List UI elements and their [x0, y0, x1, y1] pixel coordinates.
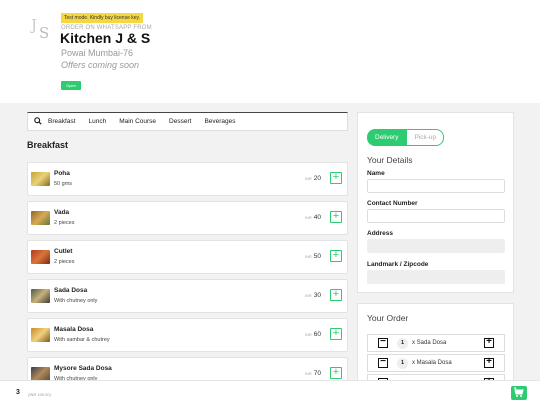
cart-item-count: 3: [16, 389, 20, 396]
menu-item: Vada 2 pieces INR 40 +: [27, 201, 348, 235]
item-name: Masala Dosa: [54, 326, 94, 333]
store-locality: Powai Mumbai-76: [61, 48, 134, 58]
search-icon[interactable]: [28, 116, 48, 127]
contact-number-field[interactable]: [367, 209, 505, 223]
cart-footer: 3 (INR 190.00): [0, 380, 540, 405]
food-image: [31, 250, 50, 264]
category-tab-breakfast[interactable]: Breakfast: [48, 118, 75, 125]
currency-label: INR: [304, 176, 312, 181]
svg-text:S: S: [39, 24, 49, 42]
currency-label: INR: [304, 371, 312, 376]
food-image: [31, 211, 50, 225]
increase-quantity-button[interactable]: +: [484, 357, 494, 368]
item-price: INR 60: [305, 331, 321, 338]
decrease-quantity-button[interactable]: −: [378, 357, 388, 368]
currency-label: INR: [304, 215, 312, 220]
quantity-value: 1: [397, 338, 408, 349]
menu-item: Sada Dosa With chutney only INR 30 +: [27, 279, 348, 313]
item-description: With chutney only: [54, 298, 98, 304]
test-mode-badge: Test mode. Kindly buy license key.: [61, 13, 144, 23]
offers-text: Offers coming soon: [61, 60, 140, 70]
landmark-zipcode-label: Landmark / Zipcode: [367, 261, 429, 268]
item-price: INR 20: [305, 175, 321, 182]
increase-quantity-button[interactable]: +: [484, 337, 494, 348]
price-value: 30: [313, 292, 321, 299]
food-image: [31, 328, 50, 342]
food-image: [31, 172, 50, 186]
item-description: 2 pieces: [54, 220, 75, 226]
item-price: INR 50: [305, 253, 321, 260]
add-item-button[interactable]: +: [330, 172, 342, 184]
price-value: 60: [313, 331, 321, 338]
item-description: 50 gms: [54, 181, 73, 187]
item-name: Vada: [54, 209, 70, 216]
add-item-button[interactable]: +: [330, 367, 342, 379]
pickup-toggle[interactable]: Pick-up: [406, 129, 445, 146]
delivery-toggle[interactable]: Delivery: [367, 129, 407, 146]
name-field[interactable]: [367, 179, 505, 193]
store-title: Kitchen J & S: [60, 30, 151, 46]
menu-item: Cutlet 2 pieces INR 50 +: [27, 240, 348, 274]
decrease-quantity-button[interactable]: −: [378, 337, 388, 348]
category-tab-lunch[interactable]: Lunch: [88, 118, 106, 125]
add-item-button[interactable]: +: [330, 289, 342, 301]
item-name: Mysore Sada Dosa: [54, 365, 112, 372]
status-badge: Open: [61, 81, 81, 90]
address-label: Address: [367, 230, 394, 237]
item-name: Cutlet: [54, 248, 73, 255]
food-image: [31, 289, 50, 303]
quantity-value: 1: [397, 358, 408, 369]
price-value: 50: [313, 253, 321, 260]
store-logo: J S: [30, 16, 49, 42]
your-details-panel: Delivery Pick-up Your Details Name Conta…: [357, 112, 514, 293]
add-item-button[interactable]: +: [330, 250, 342, 262]
add-item-button[interactable]: +: [330, 211, 342, 223]
category-nav: Breakfast Lunch Main Course Dessert Beve…: [27, 112, 348, 131]
category-tab-beverages[interactable]: Beverages: [204, 118, 235, 125]
landmark-zipcode-field[interactable]: [367, 270, 505, 284]
section-title: Breakfast: [27, 140, 69, 150]
your-order-title: Your Order: [367, 313, 409, 323]
currency-label: INR: [304, 332, 312, 337]
food-image: [31, 367, 50, 381]
order-item-name: x Sada Dosa: [412, 340, 447, 346]
name-label: Name: [367, 170, 385, 177]
order-row: − 1 x Masala Dosa +: [367, 354, 505, 372]
menu-item: Poha 50 gms INR 20 +: [27, 162, 348, 196]
price-value: 70: [313, 370, 321, 377]
order-row: − 1 x Sada Dosa +: [367, 334, 505, 352]
cart-icon: [514, 387, 524, 397]
currency-label: INR: [304, 293, 312, 298]
category-tab-dessert[interactable]: Dessert: [169, 118, 191, 125]
contact-number-label: Contact Number: [367, 200, 418, 207]
category-tab-main-course[interactable]: Main Course: [119, 118, 156, 125]
order-item-name: x Masala Dosa: [412, 360, 452, 366]
cart-total: (INR 190.00): [28, 392, 51, 397]
address-field[interactable]: [367, 239, 505, 253]
item-price: INR 40: [305, 214, 321, 221]
cart-button[interactable]: [511, 386, 527, 400]
item-price: INR 70: [305, 370, 321, 377]
your-details-title: Your Details: [367, 155, 413, 165]
svg-text:J: J: [30, 16, 37, 34]
price-value: 20: [313, 175, 321, 182]
currency-label: INR: [304, 254, 312, 259]
order-mode-toggle: Delivery Pick-up: [367, 129, 445, 146]
menu-item-list: Poha 50 gms INR 20 + Vada 2 pieces INR 40 …: [27, 162, 348, 396]
menu-item: Masala Dosa With sambar & chutrey INR 60 …: [27, 318, 348, 352]
item-name: Poha: [54, 170, 70, 177]
item-name: Sada Dosa: [54, 287, 88, 294]
price-value: 40: [313, 214, 321, 221]
item-description: 2 pieces: [54, 259, 75, 265]
item-price: INR 30: [305, 292, 321, 299]
add-item-button[interactable]: +: [330, 328, 342, 340]
item-description: With sambar & chutrey: [54, 337, 110, 343]
store-header: J S Test mode. Kindly buy license key. O…: [0, 0, 540, 103]
